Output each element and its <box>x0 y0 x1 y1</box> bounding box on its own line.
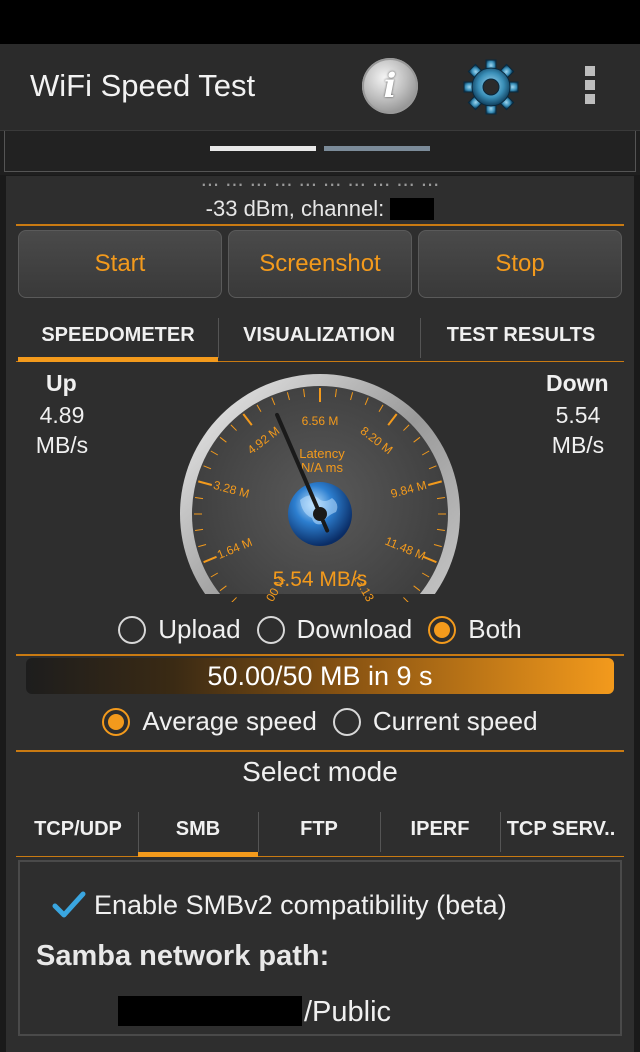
radio-current-indicator[interactable] <box>332 707 361 736</box>
progress-bar: 50.00/50 MB in 9 s <box>26 658 614 694</box>
radio-current-speed[interactable]: Current speed <box>332 706 538 737</box>
signal-info: -33 dBm, channel: <box>0 196 640 222</box>
gauge-minor-tick <box>231 597 237 602</box>
mode-tab-smb[interactable]: SMB <box>138 804 258 854</box>
progress-text: 50.00/50 MB in 9 s <box>207 660 433 691</box>
status-bar <box>0 0 640 44</box>
info-glyph: i <box>383 66 397 106</box>
app-bar: WiFi Speed Test i <box>0 44 640 130</box>
mode-tab-indicator <box>138 852 258 857</box>
screenshot-button[interactable]: Screenshot <box>228 230 412 298</box>
radio-download[interactable]: Download <box>256 614 413 645</box>
checkmark-icon[interactable] <box>52 890 86 920</box>
latency-value: N/A ms <box>301 460 343 475</box>
mode-tab-tcp-udp[interactable]: TCP/UDP <box>18 804 138 854</box>
page-indicator-bar <box>0 130 640 175</box>
radio-download-label: Download <box>296 614 413 644</box>
redacted-path <box>118 996 302 1026</box>
mode-tab-iperf[interactable]: IPERF <box>380 804 500 854</box>
radio-both-indicator[interactable] <box>428 615 457 644</box>
up-label: Up <box>46 370 77 396</box>
tab-speedometer[interactable]: SPEEDOMETER <box>18 310 218 360</box>
radio-both[interactable]: Both <box>428 614 522 645</box>
tab-test-results[interactable]: TEST RESULTS <box>420 310 622 360</box>
down-unit: MB/s <box>551 432 605 458</box>
gauge-minor-tick <box>403 597 409 602</box>
radio-average-indicator[interactable] <box>102 707 131 736</box>
gauge-tick-label: 6.56 M <box>302 414 339 428</box>
radio-both-label: Both <box>468 614 522 644</box>
start-button[interactable]: Start <box>18 230 222 298</box>
up-unit: MB/s <box>35 432 89 458</box>
radio-upload-label: Upload <box>158 614 241 644</box>
overflow-menu-icon[interactable] <box>582 66 598 106</box>
gauge-reading: 5.54 MB/s <box>273 568 368 591</box>
radio-upload-indicator[interactable] <box>118 615 147 644</box>
network-info-cut: ... ... ... ... ... ... ... ... ... ... <box>200 176 440 190</box>
select-mode-title: Select mode <box>242 756 398 787</box>
speed-type-radio-group: Average speed Current speed <box>0 706 640 737</box>
gear-icon[interactable] <box>462 58 520 116</box>
divider <box>16 224 624 226</box>
signal-text: -33 dBm, channel: <box>205 196 385 221</box>
speedometer-gauge: 0.00 M1.64 M3.28 M4.92 M6.56 M8.20 M9.84… <box>180 374 460 602</box>
stop-button[interactable]: Stop <box>418 230 622 298</box>
mode-tab-ftp[interactable]: FTP <box>258 804 380 854</box>
up-value: 4.89 <box>39 402 85 428</box>
radio-download-indicator[interactable] <box>256 615 285 644</box>
samba-path-label: Samba network path: <box>36 940 330 972</box>
tab-visualization[interactable]: VISUALIZATION <box>218 310 420 360</box>
divider <box>16 654 624 656</box>
page-indicator-inactive[interactable] <box>324 146 430 151</box>
radio-current-label: Current speed <box>372 706 538 736</box>
latency-label: Latency <box>299 446 345 461</box>
mode-tab-tcp-server[interactable]: TCP SERV.. <box>500 804 622 854</box>
down-label: Down <box>546 370 609 396</box>
tab-indicator <box>18 357 218 362</box>
down-value: 5.54 <box>555 402 601 428</box>
radio-average-speed[interactable]: Average speed <box>102 706 317 737</box>
divider <box>16 750 624 752</box>
app-title: WiFi Speed Test <box>30 68 256 103</box>
smbv2-checkbox-label[interactable]: Enable SMBv2 compatibility (beta) <box>94 890 507 921</box>
samba-path-value[interactable]: /Public <box>304 996 391 1029</box>
mode-tabs-divider <box>16 856 624 857</box>
redacted-channel <box>390 198 435 220</box>
info-icon[interactable]: i <box>362 58 418 114</box>
radio-average-label: Average speed <box>142 706 317 736</box>
direction-radio-group: Upload Download Both <box>0 614 640 645</box>
page-indicator-active[interactable] <box>210 146 316 151</box>
radio-upload[interactable]: Upload <box>118 614 241 645</box>
